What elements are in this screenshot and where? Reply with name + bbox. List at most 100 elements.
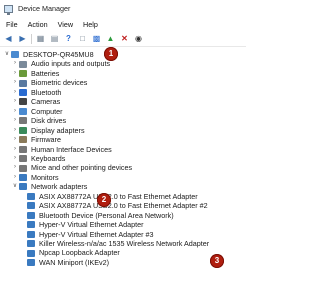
chevron-right-icon[interactable]: › — [11, 88, 19, 97]
hid-icon — [19, 145, 27, 153]
tree-item-label: Killer Wireless-n/a/ac 1535 Wireless Net… — [39, 239, 210, 248]
forward-icon[interactable]: ▶ — [17, 33, 28, 44]
network-adapter-icon — [27, 211, 35, 219]
chevron-down-icon[interactable]: ∨ — [3, 50, 11, 59]
toolbar: ◀ ▶ ▦ ▤ ? □ ▩ ▲ ✕ ◉ — [0, 31, 246, 47]
tree-category[interactable]: › Bluetooth — [11, 88, 61, 97]
step-badge-1: 1 — [104, 47, 118, 61]
tree-item-network-adapter[interactable]: Npcap Loopback Adapter — [27, 248, 120, 257]
chevron-down-icon[interactable]: ∨ — [11, 182, 19, 191]
tree-item-label: Mice and other pointing devices — [31, 163, 133, 173]
tree-category[interactable]: › Biometric devices — [11, 78, 87, 87]
tree-item-network-adapter[interactable]: WAN Miniport (IKEv2) — [27, 258, 109, 267]
tree-category[interactable]: › Batteries — [11, 69, 59, 78]
back-icon[interactable]: ◀ — [3, 33, 14, 44]
bluetooth-icon — [19, 88, 27, 96]
tree-item-network-adapter[interactable]: Bluetooth Device (Personal Area Network) — [27, 211, 174, 220]
network-adapter-icon — [27, 240, 35, 248]
toolbar-separator — [31, 33, 32, 44]
menu-help[interactable]: Help — [83, 20, 98, 29]
tree-item-label: Bluetooth Device (Personal Area Network) — [39, 210, 174, 220]
network-adapter-icon — [19, 183, 27, 191]
tree-item-label: Computer — [31, 106, 63, 116]
tree-item-label: Biometric devices — [31, 78, 88, 88]
monitor-icon[interactable]: ▩ — [91, 33, 102, 44]
tree-item-label: Hyper-V Virtual Ethernet Adapter — [39, 220, 144, 230]
tree-item-label: Display adapters — [31, 125, 85, 135]
tree-item-network-adapter[interactable]: ASIX AX88772A USB2.0 to Fast Ethernet Ad… — [27, 201, 208, 210]
computer-icon — [11, 51, 19, 59]
chevron-right-icon[interactable]: › — [11, 154, 19, 163]
title-bar: Device Manager — [0, 0, 246, 17]
uninstall-icon[interactable]: ✕ — [119, 33, 130, 44]
chevron-right-icon[interactable]: › — [11, 107, 19, 116]
tree-item-network-adapter[interactable]: Hyper-V Virtual Ethernet Adapter — [27, 220, 144, 229]
tree-category[interactable]: › Cameras — [11, 97, 60, 106]
tree-item-label: ASIX AX88772A USB2.0 to Fast Ethernet Ad… — [39, 191, 198, 201]
disable-icon[interactable]: ◉ — [133, 33, 144, 44]
device-manager-icon — [4, 4, 13, 15]
help-icon[interactable]: ? — [63, 33, 74, 44]
menu-file[interactable]: File — [6, 20, 18, 29]
network-adapter-icon — [27, 192, 35, 200]
tree-category[interactable]: › Human Interface Devices — [11, 145, 112, 154]
network-adapter-icon — [27, 249, 35, 257]
tree-item-label: Audio inputs and outputs — [31, 59, 111, 69]
keyboard-icon — [19, 155, 27, 163]
chevron-right-icon[interactable]: › — [11, 59, 19, 68]
tree-item-label: Keyboards — [31, 153, 66, 163]
scan-icon[interactable]: □ — [77, 33, 88, 44]
tree-item-label: Cameras — [31, 97, 61, 107]
tree-item-label: WAN Miniport (IKEv2) — [39, 257, 110, 267]
chevron-right-icon[interactable]: › — [11, 97, 19, 106]
chevron-right-icon[interactable]: › — [11, 78, 19, 87]
step-badge-3: 3 — [210, 254, 224, 268]
tree-category[interactable]: › Computer — [11, 107, 63, 116]
tree-item-network-adapter[interactable]: Killer Wireless-n/a/ac 1535 Wireless Net… — [27, 239, 209, 248]
mouse-icon — [19, 164, 27, 172]
network-adapter-icon — [27, 230, 35, 238]
tree-category-network-adapters[interactable]: ∨ Network adapters — [11, 182, 88, 192]
chevron-right-icon[interactable]: › — [11, 135, 19, 144]
monitor-icon — [19, 174, 27, 182]
tree-item-label: Batteries — [31, 68, 60, 78]
tree-item-label: DESKTOP-QR45MU8 — [23, 50, 94, 59]
menu-action[interactable]: Action — [28, 20, 48, 29]
tree-category[interactable]: › Firmware — [11, 135, 61, 144]
firmware-icon — [19, 136, 27, 144]
tree-category[interactable]: › Mice and other pointing devices — [11, 163, 132, 172]
update-driver-icon[interactable]: ▲ — [105, 33, 116, 44]
properties-icon[interactable]: ▦ — [35, 33, 46, 44]
menu-view[interactable]: View — [58, 20, 73, 29]
menu-bar: File Action View Help — [0, 17, 246, 31]
chevron-right-icon[interactable]: › — [11, 116, 19, 125]
tree-category[interactable]: › Disk drives — [11, 116, 66, 125]
camera-icon — [19, 98, 27, 106]
chevron-right-icon[interactable]: › — [11, 126, 19, 135]
tree-item-network-adapter[interactable]: ASIX AX88772A USB2.0 to Fast Ethernet Ad… — [27, 192, 198, 201]
tree-item-label: Bluetooth — [31, 87, 62, 97]
tree-item-label: Npcap Loopback Adapter — [39, 248, 120, 258]
chevron-right-icon[interactable]: › — [11, 145, 19, 154]
properties-sheet-icon[interactable]: ▤ — [49, 33, 60, 44]
network-adapter-icon — [27, 259, 35, 267]
tree-category[interactable]: › Audio inputs and outputs — [11, 59, 110, 68]
tree-root[interactable]: ∨ DESKTOP-QR45MU8 — [3, 50, 94, 59]
disk-icon — [19, 117, 27, 125]
tree-item-label: Human Interface Devices — [31, 144, 112, 154]
chevron-right-icon[interactable]: › — [11, 163, 19, 172]
tree-category[interactable]: › Keyboards — [11, 154, 65, 163]
tree-item-label: Network adapters — [31, 182, 88, 192]
tree-category[interactable]: › Monitors — [11, 173, 59, 182]
chevron-right-icon[interactable]: › — [11, 173, 19, 182]
tree-item-label: Monitors — [31, 172, 59, 182]
tree-item-label: Disk drives — [31, 116, 67, 126]
tree-category[interactable]: › Display adapters — [11, 126, 85, 135]
display-icon — [19, 126, 27, 134]
chevron-right-icon[interactable]: › — [11, 69, 19, 78]
network-adapter-icon — [27, 221, 35, 229]
tree-item-label: ASIX AX88772A USB2.0 to Fast Ethernet Ad… — [39, 201, 208, 211]
tree-item-label: Firmware — [31, 135, 61, 145]
tree-item-network-adapter[interactable]: Hyper-V Virtual Ethernet Adapter #3 — [27, 230, 154, 239]
network-adapter-icon — [27, 202, 35, 210]
